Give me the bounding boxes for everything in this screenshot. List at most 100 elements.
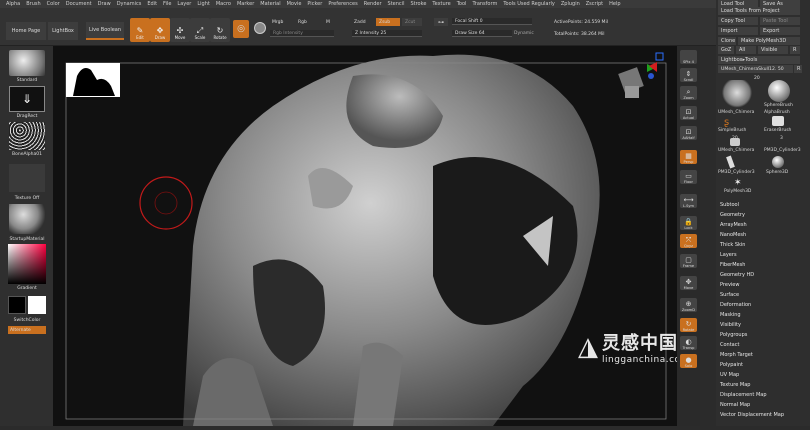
strip-scroll-button[interactable]: ⇕ Scroll (680, 68, 697, 82)
menu-item-tools-used-regularly[interactable]: Tools Used Regularly (503, 1, 555, 7)
menu-item-dynamics[interactable]: Dynamics (117, 1, 142, 7)
subpalette-polygroups[interactable]: Polygroups (720, 331, 747, 340)
sphere3d-thumb[interactable] (772, 156, 784, 168)
menu-item-preferences[interactable]: Preferences (328, 1, 357, 7)
subpalette-displacement-map[interactable]: Displacement Map (720, 391, 767, 400)
strip-zoomd-button[interactable]: ⊕ ZoomD (680, 298, 697, 312)
menu-item-layer[interactable]: Layer (177, 1, 191, 7)
menu-item-light[interactable]: Light (197, 1, 209, 7)
subpalette-visibility[interactable]: Visibility (720, 321, 741, 330)
menu-item-stroke[interactable]: Stroke (410, 1, 426, 7)
zadd-toggle[interactable]: Zadd (354, 20, 366, 25)
subpalette-preview[interactable]: Preview (720, 281, 739, 290)
subpalette-geometry-hd[interactable]: Geometry HD (720, 271, 754, 280)
import-button[interactable]: Import (718, 27, 758, 35)
export-button[interactable]: Export (760, 27, 800, 35)
umesh-chimera2-thumb[interactable] (730, 138, 740, 146)
alternate-button[interactable]: Alternate (8, 326, 46, 334)
menu-item-zplugin[interactable]: Zplugin (561, 1, 580, 7)
rotate-button[interactable]: ↻ Rotate (210, 18, 230, 42)
mrgb-toggle[interactable]: Mrgb (272, 20, 283, 25)
menu-item-tool[interactable]: Tool (457, 1, 467, 7)
menu-item-edit[interactable]: Edit (147, 1, 157, 7)
subpalette-normal-map[interactable]: Normal Map (720, 401, 750, 410)
strip-spix-4-button[interactable]: SPix 4 (680, 50, 697, 64)
goz-button[interactable]: GoZ (718, 46, 734, 54)
subpalette-arraymesh[interactable]: ArrayMesh (720, 221, 747, 230)
strip-frame-button[interactable]: ▢ Frame (680, 254, 697, 268)
dragrect-stroke-icon[interactable]: ⇓ (9, 86, 45, 112)
cylinder-thumb[interactable] (726, 155, 735, 169)
subpalette-nanomesh[interactable]: NanoMesh (720, 231, 746, 240)
bonealpha-thumb[interactable] (9, 122, 45, 150)
subpalette-polypaint[interactable]: Polypaint (720, 361, 743, 370)
strip-persp-button[interactable]: ▦ Persp (680, 150, 697, 164)
draw-size-slider[interactable]: Draw Size 64 (452, 30, 512, 37)
color-sphere-icon[interactable] (254, 22, 266, 34)
visible-button[interactable]: Visible (758, 46, 788, 54)
menu-item-transform[interactable]: Transform (472, 1, 497, 7)
zsub-toggle[interactable]: Zsub (376, 18, 400, 26)
menu-item-color[interactable]: Color (47, 1, 60, 7)
make-polymesh-button[interactable]: Make PolyMesh3D (738, 37, 800, 45)
r2-button[interactable]: R (794, 65, 802, 73)
r-button[interactable]: R (790, 46, 800, 54)
subpalette-thick-skin[interactable]: Thick Skin (720, 241, 745, 250)
z-intensity-slider[interactable]: Z Intensity 25 (352, 30, 422, 37)
menu-item-help[interactable]: Help (609, 1, 620, 7)
subpalette-fibermesh[interactable]: FiberMesh (720, 261, 745, 270)
subpalette-geometry[interactable]: Geometry (720, 211, 745, 220)
subpalette-surface[interactable]: Surface (720, 291, 739, 300)
switch-color-label[interactable]: SwitchColor (8, 318, 46, 323)
subpalette-layers[interactable]: Layers (720, 251, 737, 260)
menu-item-brush[interactable]: Brush (26, 1, 40, 7)
eraserbrush-icon[interactable] (772, 116, 784, 126)
standard-brush-thumb[interactable] (9, 50, 45, 76)
subpalette-masking[interactable]: Masking (720, 311, 741, 320)
subpalette-morph-target[interactable]: Morph Target (720, 351, 753, 360)
strip-floor-button[interactable]: ▭ Floor (680, 170, 697, 184)
texture-thumb[interactable] (9, 164, 45, 192)
strip-solo-button[interactable]: ● Solo (680, 354, 697, 368)
rgb-intensity-slider[interactable]: Rgb Intensity (270, 30, 334, 37)
focal-icon[interactable]: ⊶ (434, 18, 448, 26)
subpalette-texture-map[interactable]: Texture Map (720, 381, 750, 390)
canvas-area[interactable]: ◮ 灵感中国 lingganchina.com (53, 46, 689, 427)
strip-actual-button[interactable]: ⊡ Actual (680, 106, 697, 120)
subpalette-contact[interactable]: Contact (720, 341, 739, 350)
paste-tool-button[interactable]: Paste Tool (760, 17, 800, 25)
edit-button[interactable]: ✎ Edit (130, 18, 150, 42)
menu-item-stencil[interactable]: Stencil (388, 1, 405, 7)
move-button[interactable]: ✣ Move (170, 18, 190, 42)
focal-shift-slider[interactable]: Focal Shift 0 (452, 18, 532, 25)
subpalette-uv-map[interactable]: UV Map (720, 371, 739, 380)
umesh-chimera-thumb[interactable] (722, 80, 752, 108)
strip-l-sym-button[interactable]: ⟷ L.Sym (680, 194, 697, 208)
menu-item-render[interactable]: Render (364, 1, 382, 7)
lightbox-tools-button[interactable]: Lightbox▸Tools (718, 56, 800, 64)
tab-live-boolean[interactable]: Live Boolean (86, 22, 124, 40)
material-thumb[interactable] (9, 204, 45, 234)
menu-item-file[interactable]: File (163, 1, 171, 7)
scale-button[interactable]: ⤢ Scale (190, 18, 210, 42)
tab-lightbox[interactable]: LightBox (48, 22, 78, 40)
subpalette-deformation[interactable]: Deformation (720, 301, 751, 310)
subpalette-vector-displacement-map[interactable]: Vector Displacement Map (720, 411, 784, 420)
menu-item-picker[interactable]: Picker (307, 1, 322, 7)
strip-qxyz-button[interactable]: ⤧ Qxyz (680, 234, 697, 248)
strip-lock-button[interactable]: 🔒 Lock (680, 216, 697, 230)
strip-move-button[interactable]: ✥ Move (680, 276, 697, 290)
all-button[interactable]: All (736, 46, 756, 54)
strip-aahalf-button[interactable]: ⊡ AAHalf (680, 126, 697, 140)
zcut-toggle[interactable]: Zcut (402, 18, 422, 26)
simplebrush-icon[interactable]: ʂ (724, 117, 729, 128)
dynamic-toggle[interactable]: Dynamic (514, 31, 534, 36)
menu-item-movie[interactable]: Movie (287, 1, 302, 7)
secondary-color-swatch[interactable] (28, 296, 46, 314)
current-tool-slider[interactable]: UMesh_ChimeraSkull12. 50 (718, 65, 793, 73)
spherebrush-thumb[interactable] (768, 80, 790, 102)
rgb-toggle[interactable]: Rgb (298, 20, 307, 25)
strip-transp-button[interactable]: ◐ Transp (680, 336, 697, 350)
menu-item-draw[interactable]: Draw (98, 1, 111, 7)
strip-zoom-button[interactable]: ⌕ Zoom (680, 86, 697, 100)
